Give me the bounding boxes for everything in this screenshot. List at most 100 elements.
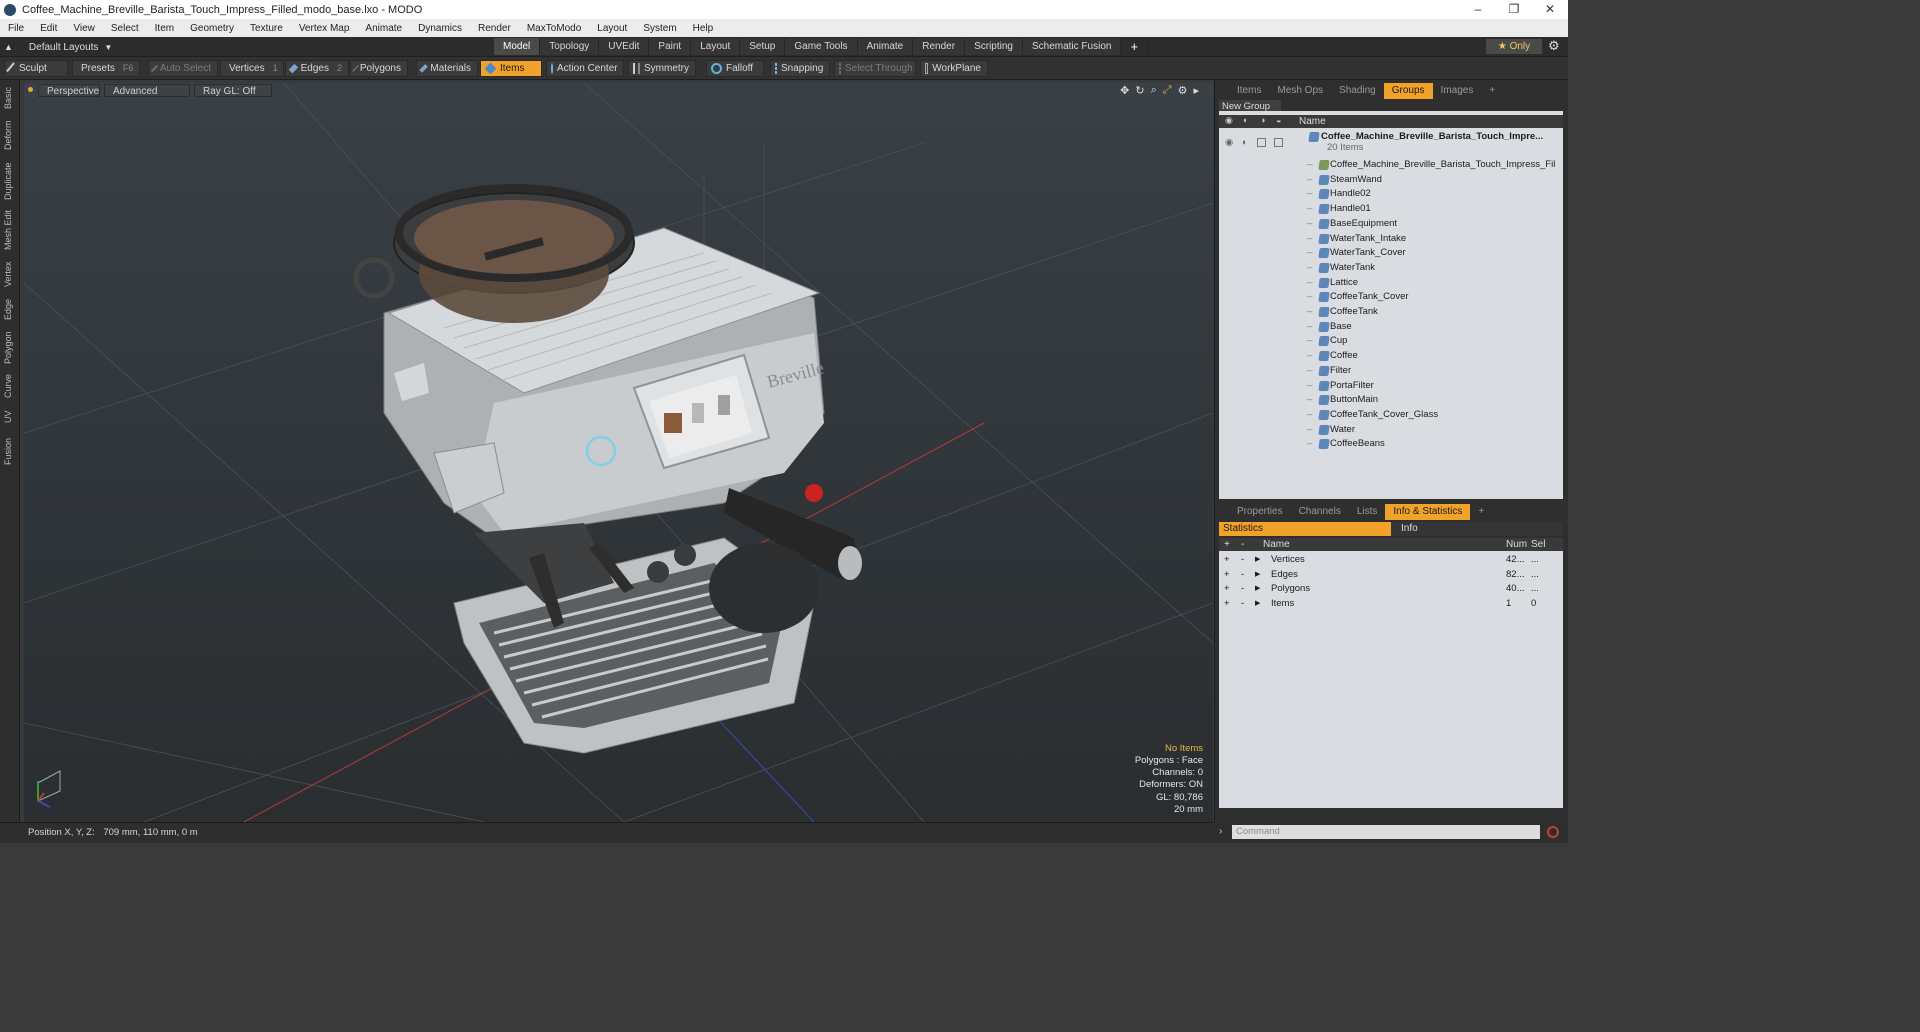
tab-model[interactable]: Model [494, 38, 541, 55]
left-tab-uv[interactable]: UV [3, 408, 17, 426]
view-mode-button[interactable]: Perspective [38, 84, 100, 97]
tab-animate[interactable]: Animate [857, 38, 914, 55]
group-item-row[interactable]: – CoffeeTank_Cover [1219, 290, 1555, 305]
left-tab-mesh-edit[interactable]: Mesh Edit [3, 208, 17, 252]
group-item-row[interactable]: – CoffeeTank_Cover_Glass [1219, 408, 1555, 423]
group-item-row[interactable]: – SteamWand [1219, 173, 1555, 188]
expand-row-icon[interactable]: + [1224, 582, 1230, 597]
menu-layout[interactable]: Layout [589, 23, 635, 34]
menu-edit[interactable]: Edit [32, 23, 65, 34]
workplane-button[interactable]: WorkPlane [920, 60, 988, 77]
only-toggle[interactable]: ★ Only [1486, 39, 1542, 54]
group-item-row[interactable]: – Base [1219, 320, 1555, 335]
add-panel-tab-icon[interactable]: + [1481, 83, 1503, 99]
shading-mode-button[interactable]: Advanced [104, 84, 190, 97]
menu-help[interactable]: Help [685, 23, 722, 34]
left-tab-fusion[interactable]: Fusion [3, 436, 17, 466]
tab-groups[interactable]: Groups [1383, 83, 1433, 99]
collapse-row-icon[interactable]: - [1241, 568, 1244, 583]
menu-texture[interactable]: Texture [242, 23, 291, 34]
layout-selector[interactable]: ▲ Default Layouts ▼ [4, 39, 112, 55]
fit-view-icon[interactable]: ⤢ [1163, 84, 1172, 97]
root-render-checkbox[interactable] [1257, 138, 1266, 147]
subtab-info[interactable]: Info [1401, 522, 1418, 536]
action-center-button[interactable]: Action Center [546, 60, 624, 77]
select-through-button[interactable]: Select Through [834, 60, 916, 77]
left-tab-duplicate[interactable]: Duplicate [3, 160, 17, 202]
menu-view[interactable]: View [65, 23, 103, 34]
tab-scripting[interactable]: Scripting [965, 38, 1023, 55]
sculpt-button[interactable]: Sculpt [4, 60, 68, 77]
tab-layout[interactable]: Layout [691, 38, 741, 55]
add-tab-button[interactable]: + [1121, 38, 1149, 55]
viewport-settings-icon[interactable]: ⚙ [1178, 84, 1188, 97]
viewport-expand-icon[interactable]: ▸ [1193, 84, 1199, 97]
stats-row[interactable]: + - ▶ Items 1 0 [1219, 597, 1555, 612]
left-tab-curve[interactable]: Curve [3, 372, 17, 400]
menu-geometry[interactable]: Geometry [182, 23, 242, 34]
tab-channels[interactable]: Channels [1291, 504, 1349, 520]
group-item-row[interactable]: – PortaFilter [1219, 379, 1555, 394]
tab-images[interactable]: Images [1433, 83, 1482, 99]
row-expander-icon[interactable]: ▶ [1255, 568, 1260, 583]
left-tab-basic[interactable]: Basic [3, 86, 17, 110]
polygons-button[interactable]: Polygons [350, 60, 408, 77]
group-item-row[interactable]: – BaseEquipment [1219, 217, 1555, 232]
snapping-button[interactable]: Snapping [770, 60, 830, 77]
collapse-row-icon[interactable]: - [1241, 553, 1244, 568]
collapse-row-icon[interactable]: - [1241, 582, 1244, 597]
vertices-button[interactable]: Vertices 1 [220, 60, 284, 77]
group-item-row[interactable]: – Lattice [1219, 276, 1555, 291]
3d-viewport[interactable]: Breville Perspective Advanced Ray GL: Of… [24, 83, 1213, 822]
tab-topology[interactable]: Topology [540, 38, 600, 55]
maximize-button[interactable]: ❐ [1496, 0, 1532, 19]
edges-button[interactable]: Edges 2 [285, 60, 349, 77]
tab-shading[interactable]: Shading [1331, 83, 1384, 99]
command-history-icon[interactable] [1547, 826, 1559, 838]
stats-row[interactable]: + - ▶ Edges 82...... [1219, 568, 1555, 583]
minimize-button[interactable]: – [1460, 0, 1496, 19]
menu-render[interactable]: Render [470, 23, 519, 34]
zoom-view-icon[interactable]: ⌕ [1151, 84, 1157, 97]
menu-item[interactable]: Item [147, 23, 182, 34]
expand-row-icon[interactable]: + [1224, 568, 1230, 583]
group-item-row[interactable]: – Water [1219, 423, 1555, 438]
group-item-row[interactable]: – CoffeeTank [1219, 305, 1555, 320]
left-tab-polygon[interactable]: Polygon [3, 330, 17, 366]
subtab-statistics[interactable]: Statistics [1219, 522, 1391, 536]
left-tab-edge[interactable]: Edge [3, 296, 17, 322]
tab-info-statistics[interactable]: Info & Statistics [1385, 504, 1471, 520]
row-expander-icon[interactable]: ▶ [1255, 597, 1260, 612]
group-item-row[interactable]: – WaterTank_Cover [1219, 246, 1555, 261]
group-item-row[interactable]: – Coffee [1219, 349, 1555, 364]
close-button[interactable]: ✕ [1532, 0, 1568, 19]
collapse-all-icon[interactable]: - [1241, 538, 1244, 551]
raygl-toggle[interactable]: Ray GL: Off [194, 84, 272, 97]
add-stats-tab-icon[interactable]: + [1470, 504, 1492, 520]
tab-mesh-ops[interactable]: Mesh Ops [1269, 83, 1331, 99]
menu-maxtomodo[interactable]: MaxToModo [519, 23, 589, 34]
menu-dynamics[interactable]: Dynamics [410, 23, 470, 34]
tab-lists[interactable]: Lists [1349, 504, 1386, 520]
expand-all-icon[interactable]: + [1224, 538, 1230, 551]
group-item-row[interactable]: – ButtonMain [1219, 393, 1555, 408]
falloff-button[interactable]: Falloff [706, 60, 764, 77]
group-item-row[interactable]: – CoffeeBeans [1219, 437, 1555, 452]
row-expander-icon[interactable]: ▶ [1255, 582, 1260, 597]
menu-system[interactable]: System [635, 23, 684, 34]
menu-select[interactable]: Select [103, 23, 147, 34]
collapse-row-icon[interactable]: - [1241, 597, 1244, 612]
tab-uvedit[interactable]: UVEdit [599, 38, 650, 55]
root-select-checkbox[interactable] [1274, 138, 1283, 147]
group-item-row[interactable]: – Filter [1219, 364, 1555, 379]
stats-row[interactable]: + - ▶ Polygons 40...... [1219, 582, 1555, 597]
move-view-icon[interactable]: ✥ [1120, 84, 1129, 97]
materials-button[interactable]: Materials [416, 60, 478, 77]
rotate-view-icon[interactable]: ↻ [1135, 84, 1144, 97]
symmetry-button[interactable]: Symmetry [628, 60, 696, 77]
tab-paint[interactable]: Paint [649, 38, 692, 55]
tab-schematic-fusion[interactable]: Schematic Fusion [1022, 38, 1122, 55]
group-item-row[interactable]: – Coffee_Machine_Breville_Barista_Touch_I… [1219, 158, 1555, 173]
group-root-row[interactable]: ◉ ◐ Coffee_Machine_Breville_Barista_Touc… [1219, 130, 1555, 156]
menu-animate[interactable]: Animate [357, 23, 410, 34]
